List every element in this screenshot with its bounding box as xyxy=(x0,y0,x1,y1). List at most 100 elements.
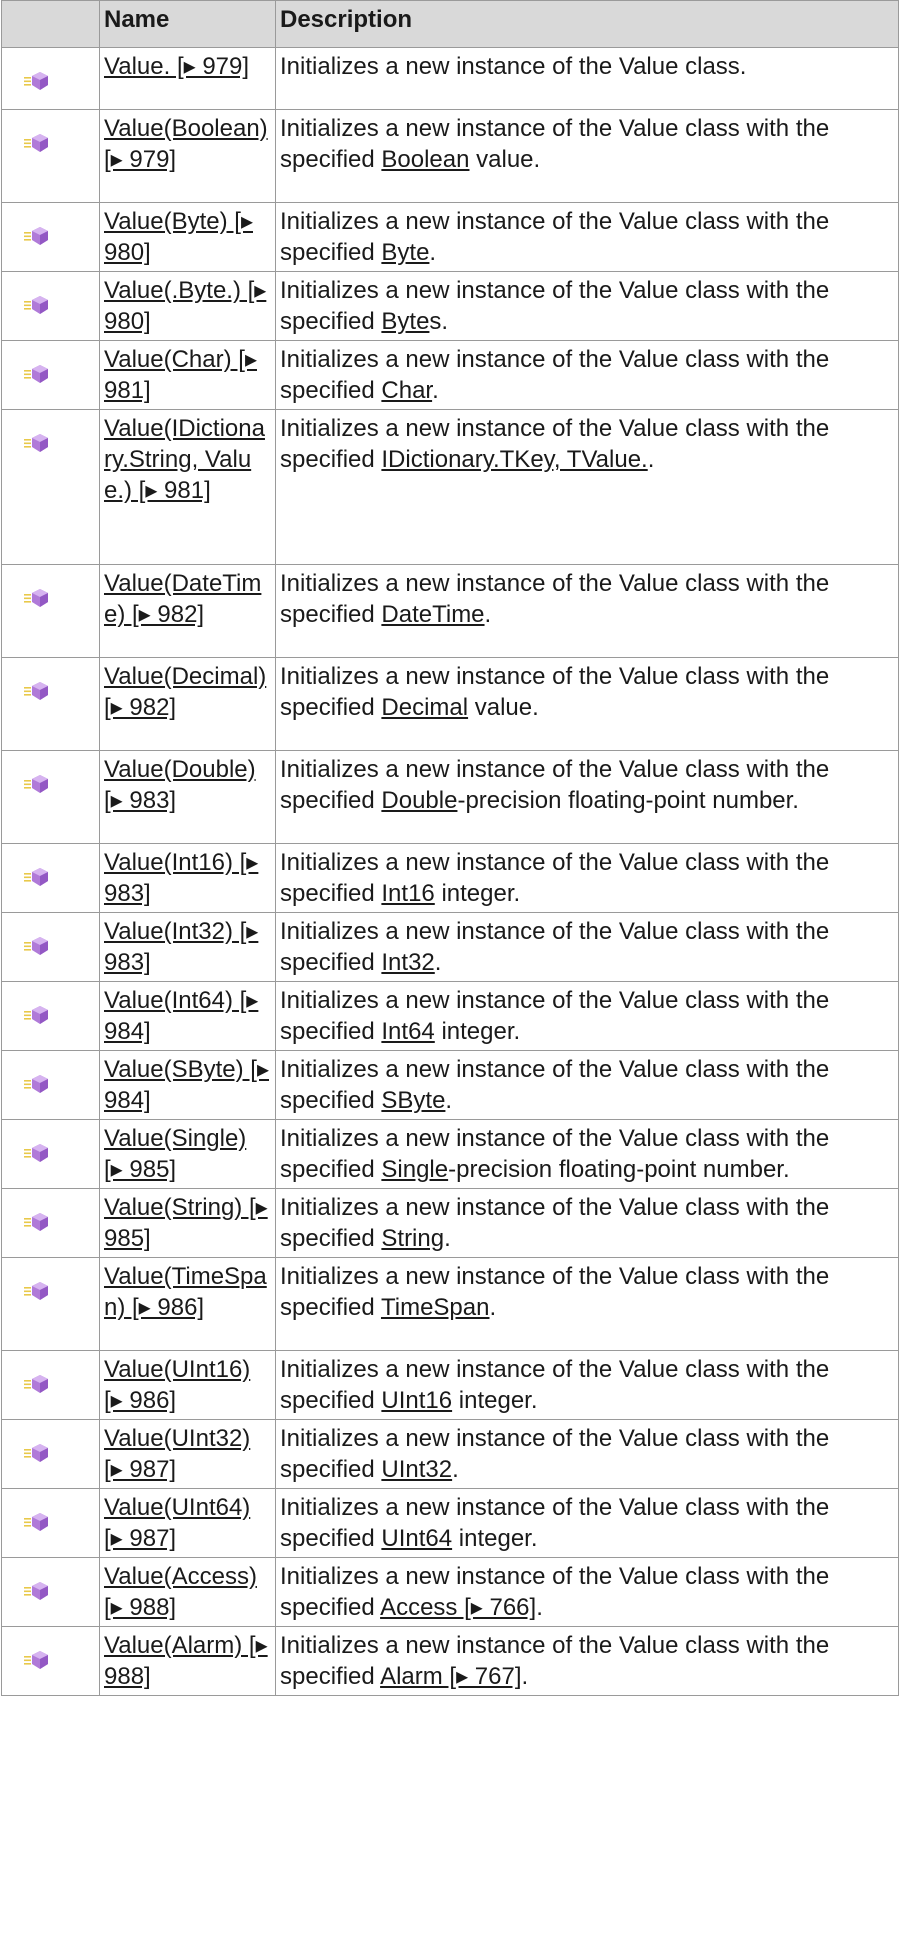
description-suffix: integer. xyxy=(434,880,521,907)
table-row: Value(Single) [▸ 985] Initializes a new i… xyxy=(1,1119,899,1189)
member-name-link[interactable]: Value(TimeSpan) [▸ 986] xyxy=(104,1263,267,1321)
member-icon-cell xyxy=(1,1050,100,1120)
member-name-link[interactable]: Value(Decimal) [▸ 982] xyxy=(104,663,266,721)
description-type-link[interactable]: Single xyxy=(381,1156,448,1183)
description-suffix: . xyxy=(536,1594,543,1621)
member-icon-cell xyxy=(1,1419,100,1489)
public-method-icon xyxy=(24,933,50,955)
member-icon-cell xyxy=(1,1350,100,1420)
member-description-cell: Initializes a new instance of the Value … xyxy=(275,340,899,410)
description-text: Initializes a new instance of the Value … xyxy=(280,1194,830,1252)
member-name-cell: Value(Alarm) [▸ 988] xyxy=(99,1626,276,1696)
description-type-link[interactable]: Int64 xyxy=(381,1018,434,1045)
member-description-cell: Initializes a new instance of the Value … xyxy=(275,1050,899,1120)
public-method-icon xyxy=(24,1371,50,1393)
table-row: Value(Int64) [▸ 984] Initializes a new in… xyxy=(1,981,899,1051)
member-name-link[interactable]: Value(UInt16) [▸ 986] xyxy=(104,1356,250,1414)
member-icon-cell xyxy=(1,1257,100,1351)
description-type-link[interactable]: TimeSpan xyxy=(381,1294,490,1321)
description-text: Initializes a new instance of the Value … xyxy=(280,1356,830,1414)
description-type-link[interactable]: Char xyxy=(381,377,432,404)
member-name-link[interactable]: Value(Char) [▸ 981] xyxy=(104,346,257,404)
members-table: Name Description Value. [▸ 979] Initializ… xyxy=(1,0,899,1696)
member-name-cell: Value(UInt32) [▸ 987] xyxy=(99,1419,276,1489)
member-name-link[interactable]: Value(Int16) [▸ 983] xyxy=(104,849,258,907)
member-description-cell: Initializes a new instance of the Value … xyxy=(275,564,899,658)
member-name-link[interactable]: Value(Byte) [▸ 980] xyxy=(104,208,253,266)
member-name-cell: Value(UInt64) [▸ 987] xyxy=(99,1488,276,1558)
table-row: Value(Access) [▸ 988] Initializes a new i… xyxy=(1,1557,899,1627)
description-type-link[interactable]: DateTime xyxy=(381,601,484,628)
public-method-icon xyxy=(24,361,50,383)
table-row: Value(UInt16) [▸ 986] Initializes a new i… xyxy=(1,1350,899,1420)
description-type-link[interactable]: Int32 xyxy=(381,949,434,976)
member-name-link[interactable]: Value(Access) [▸ 988] xyxy=(104,1563,257,1621)
description-text: Initializes a new instance of the Value … xyxy=(280,570,830,628)
member-name-link[interactable]: Value(Alarm) [▸ 988] xyxy=(104,1632,268,1690)
public-method-icon xyxy=(24,1278,50,1300)
description-type-link[interactable]: Boolean xyxy=(381,146,469,173)
description-type-link[interactable]: String xyxy=(381,1225,444,1252)
member-icon-cell xyxy=(1,409,100,565)
description-type-link[interactable]: Access [▸ 766] xyxy=(380,1594,536,1621)
table-row: Value(UInt32) [▸ 987] Initializes a new i… xyxy=(1,1419,899,1489)
description-suffix: integer. xyxy=(452,1387,538,1414)
table-row: Value(UInt64) [▸ 987] Initializes a new i… xyxy=(1,1488,899,1558)
member-name-link[interactable]: Value(Int64) [▸ 984] xyxy=(104,987,258,1045)
description-type-link[interactable]: Byte xyxy=(381,308,429,335)
member-description-cell: Initializes a new instance of the Value … xyxy=(275,1257,899,1351)
member-icon-cell xyxy=(1,1188,100,1258)
description-suffix: . xyxy=(429,239,437,266)
member-name-link[interactable]: Value(Int32) [▸ 983] xyxy=(104,918,258,976)
public-method-icon xyxy=(24,223,50,245)
description-text: Initializes a new instance of the Value … xyxy=(280,987,830,1045)
description-type-link[interactable]: Byte xyxy=(381,239,429,266)
member-description-cell: Initializes a new instance of the Value … xyxy=(275,1188,899,1258)
description-type-link[interactable]: UInt32 xyxy=(381,1456,452,1483)
description-type-link[interactable]: UInt16 xyxy=(381,1387,452,1414)
public-method-icon xyxy=(24,678,50,700)
public-method-icon xyxy=(24,864,50,886)
member-name-link[interactable]: Value(UInt32) [▸ 987] xyxy=(104,1425,250,1483)
table-row: Value(Char) [▸ 981] Initializes a new ins… xyxy=(1,340,899,410)
public-method-icon xyxy=(24,68,50,90)
description-text: Initializes a new instance of the Value … xyxy=(280,346,830,404)
description-type-link[interactable]: Double xyxy=(381,787,457,814)
member-name-link[interactable]: Value(Boolean) [▸ 979] xyxy=(104,115,268,173)
description-type-link[interactable]: IDictionary.TKey, TValue. xyxy=(381,446,647,473)
member-description-cell: Initializes a new instance of the Value … xyxy=(275,109,899,203)
table-row: Value(Decimal) [▸ 982] Initializes a new … xyxy=(1,657,899,751)
header-icon-column xyxy=(1,0,100,48)
member-name-link[interactable]: Value(String) [▸ 985] xyxy=(104,1194,268,1252)
description-type-link[interactable]: Int16 xyxy=(381,880,434,907)
table-row: Value(Int32) [▸ 983] Initializes a new in… xyxy=(1,912,899,982)
member-name-link[interactable]: Value(DateTime) [▸ 982] xyxy=(104,570,261,628)
description-type-link[interactable]: Decimal xyxy=(381,694,468,721)
member-name-link[interactable]: Value(UInt64) [▸ 987] xyxy=(104,1494,250,1552)
description-type-link[interactable]: Alarm [▸ 767] xyxy=(380,1663,521,1690)
member-name-link[interactable]: Value(Single) [▸ 985] xyxy=(104,1125,246,1183)
member-icon-cell xyxy=(1,981,100,1051)
member-name-cell: Value(String) [▸ 985] xyxy=(99,1188,276,1258)
member-description-cell: Initializes a new instance of the Value … xyxy=(275,202,899,272)
description-suffix: -precision floating-point number. xyxy=(457,787,799,814)
member-name-cell: Value(Single) [▸ 985] xyxy=(99,1119,276,1189)
member-description-cell: Initializes a new instance of the Value … xyxy=(275,657,899,751)
member-description-cell: Initializes a new instance of the Value … xyxy=(275,912,899,982)
description-suffix: value. xyxy=(469,146,541,173)
description-text: Initializes a new instance of the Value … xyxy=(280,53,747,80)
public-method-icon xyxy=(24,1578,50,1600)
description-type-link[interactable]: SByte xyxy=(381,1087,445,1114)
member-name-link[interactable]: Value. [▸ 979] xyxy=(104,53,249,80)
member-name-link[interactable]: Value(SByte) [▸ 984] xyxy=(104,1056,269,1114)
member-name-link[interactable]: Value(IDictionary.String, Value.) [▸ 981… xyxy=(104,415,265,504)
member-description-cell: Initializes a new instance of the Value … xyxy=(275,1350,899,1420)
description-text: Initializes a new instance of the Value … xyxy=(280,1494,830,1552)
description-type-link[interactable]: UInt64 xyxy=(381,1525,452,1552)
table-row: Value(String) [▸ 985] Initializes a new i… xyxy=(1,1188,899,1258)
member-name-link[interactable]: Value(.Byte.) [▸ 980] xyxy=(104,277,266,335)
member-name-cell: Value(Boolean) [▸ 979] xyxy=(99,109,276,203)
member-description-cell: Initializes a new instance of the Value … xyxy=(275,271,899,341)
member-description-cell: Initializes a new instance of the Value … xyxy=(275,409,899,565)
member-name-link[interactable]: Value(Double) [▸ 983] xyxy=(104,756,256,814)
